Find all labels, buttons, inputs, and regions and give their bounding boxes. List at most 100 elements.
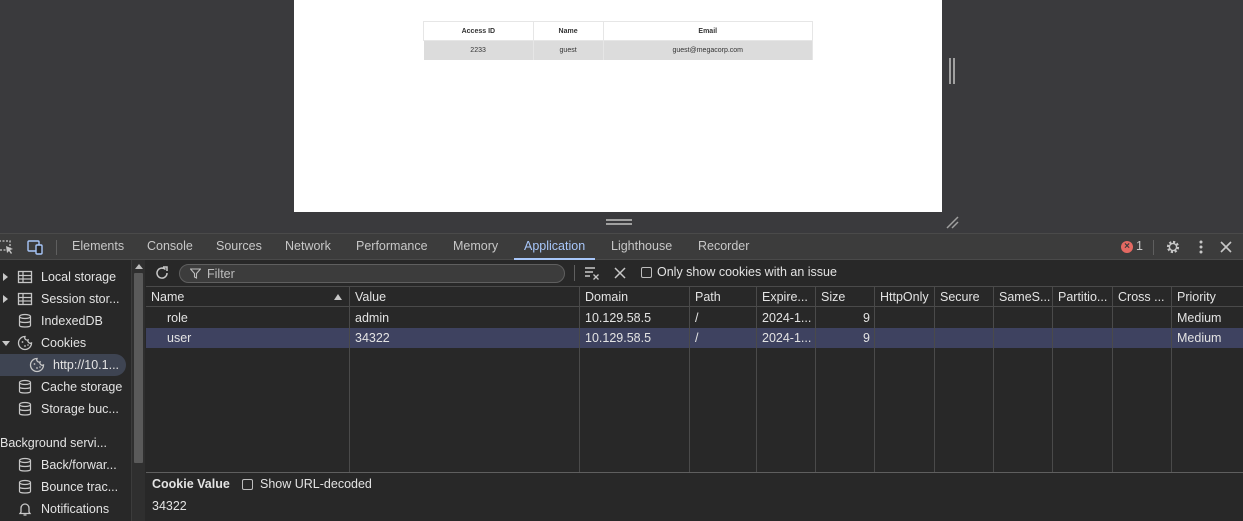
column-header-name[interactable]: Name — [146, 287, 350, 307]
sidebar-item-notifications[interactable]: Notifications — [0, 498, 129, 520]
column-header-priority[interactable]: Priority — [1172, 287, 1243, 307]
sidebar-item-storage-buckets[interactable]: Storage buc... — [0, 398, 129, 420]
tabbar-divider — [1153, 240, 1154, 255]
column-divider[interactable] — [815, 287, 816, 473]
more-options-icon[interactable] — [1192, 238, 1210, 256]
column-divider[interactable] — [579, 287, 580, 473]
filter-placeholder: Filter — [207, 267, 235, 281]
column-divider[interactable] — [1052, 287, 1053, 473]
expand-arrow-icon[interactable] — [3, 295, 8, 303]
toolbar-divider — [574, 265, 575, 281]
column-header-size[interactable]: Size — [816, 287, 875, 307]
column-header-expires[interactable]: Expire... — [757, 287, 816, 307]
sidebar-item-back-forward-cache[interactable]: Back/forwar... — [0, 454, 129, 476]
column-divider[interactable] — [934, 287, 935, 473]
column-divider[interactable] — [993, 287, 994, 473]
column-divider[interactable] — [756, 287, 757, 473]
sidebar-scrollbar[interactable] — [131, 260, 145, 521]
database-icon — [18, 457, 32, 472]
database-icon — [18, 401, 32, 416]
sidebar-item-label: Local storage — [41, 270, 117, 284]
tabbar-divider — [56, 240, 57, 255]
tab-lighthouse[interactable]: Lighthouse — [611, 234, 672, 260]
gear-icon[interactable] — [1164, 238, 1182, 256]
cookie-domain-cell: 10.129.58.5 — [585, 311, 652, 325]
sidebar-item-indexeddb[interactable]: IndexedDB — [0, 310, 129, 332]
sidebar-item-label: Cache storage — [41, 380, 123, 394]
column-header-partition-key[interactable]: Partitio... — [1053, 287, 1113, 307]
table-icon — [17, 292, 33, 306]
tab-network[interactable]: Network — [285, 234, 331, 260]
column-header-secure[interactable]: Secure — [935, 287, 994, 307]
cookie-value-text: 34322 — [152, 499, 187, 513]
only-issue-label: Only show cookies with an issue — [657, 265, 837, 279]
cookie-domain-cell: 10.129.58.5 — [585, 331, 652, 345]
cookie-icon — [17, 335, 33, 351]
viewport-width-handle[interactable] — [949, 58, 955, 84]
error-icon[interactable]: × — [1121, 241, 1133, 253]
sidebar-item-cache-storage[interactable]: Cache storage — [0, 376, 129, 398]
table-row[interactable]: role admin 10.129.58.5 / 2024-1... 9 Med… — [146, 308, 1243, 328]
clear-all-icon[interactable] — [584, 266, 600, 280]
column-header-httponly[interactable]: HttpOnly — [875, 287, 935, 307]
sidebar-item-label: Back/forwar... — [41, 458, 117, 472]
filter-input[interactable]: Filter — [179, 264, 565, 283]
close-icon[interactable] — [1217, 238, 1235, 256]
cookie-name-cell: user — [167, 331, 192, 345]
delete-selected-icon[interactable] — [614, 267, 626, 279]
cookies-table-header: Name Value Domain Path Expire... Size Ht… — [146, 287, 1243, 307]
scroll-up-icon[interactable] — [135, 264, 143, 269]
column-divider[interactable] — [689, 287, 690, 473]
only-issue-checkbox[interactable] — [641, 267, 652, 278]
show-url-decoded-checkbox[interactable] — [242, 479, 253, 490]
cookies-panel: Filter Only show cookies with an issue N… — [146, 260, 1243, 521]
error-count[interactable]: 1 — [1136, 239, 1143, 253]
tab-performance[interactable]: Performance — [356, 234, 428, 260]
column-header-domain[interactable]: Domain — [580, 287, 690, 307]
tab-recorder[interactable]: Recorder — [698, 234, 749, 260]
tab-console[interactable]: Console — [147, 234, 193, 260]
sidebar-item-label: Storage buc... — [41, 402, 119, 416]
sidebar-section-background-services[interactable]: Background servi... — [0, 432, 129, 454]
tab-sources[interactable]: Sources — [216, 234, 262, 260]
resize-corner-icon[interactable] — [944, 214, 960, 230]
sidebar-item-cookies[interactable]: Cookies — [0, 332, 129, 354]
tab-memory[interactable]: Memory — [453, 234, 498, 260]
collapse-arrow-icon[interactable] — [2, 341, 10, 346]
sidebar-item-bounce-tracking[interactable]: Bounce trac... — [0, 476, 129, 498]
column-divider[interactable] — [349, 287, 350, 473]
sidebar-item-label: Bounce trac... — [41, 480, 119, 494]
cookie-value-cell: 34322 — [355, 331, 390, 345]
device-toolbar-icon[interactable] — [26, 238, 44, 256]
name-header: Name — [532, 21, 604, 41]
tab-application[interactable]: Application — [514, 234, 596, 260]
column-divider[interactable] — [874, 287, 875, 473]
viewport-height-handle[interactable] — [606, 219, 632, 225]
column-divider[interactable] — [1171, 287, 1172, 473]
column-header-cross-site[interactable]: Cross ... — [1113, 287, 1172, 307]
table-row[interactable]: user 34322 10.129.58.5 / 2024-1... 9 Med… — [146, 328, 1243, 348]
cookie-icon — [29, 357, 45, 373]
cookie-priority-cell: Medium — [1177, 331, 1222, 345]
expand-arrow-icon[interactable] — [3, 273, 8, 281]
inspect-element-icon[interactable] — [0, 238, 15, 256]
name-cell: guest — [533, 40, 604, 60]
sidebar-item-session-storage[interactable]: Session stor... — [0, 288, 129, 310]
access-id-header: Access ID — [423, 21, 534, 41]
scrollbar-thumb[interactable] — [134, 273, 143, 463]
database-icon — [18, 479, 32, 494]
bell-icon — [18, 503, 32, 516]
column-header-value[interactable]: Value — [350, 287, 580, 307]
refresh-icon[interactable] — [154, 265, 170, 281]
column-header-path[interactable]: Path — [690, 287, 757, 307]
sidebar-item-cookie-origin[interactable]: http://10.1... — [0, 354, 126, 376]
cookie-expires-cell: 2024-1... — [762, 311, 812, 325]
tab-elements[interactable]: Elements — [72, 234, 124, 260]
table-icon — [17, 270, 33, 284]
sidebar-item-label: Notifications — [41, 502, 110, 516]
sort-ascending-icon — [334, 294, 342, 300]
cookie-priority-cell: Medium — [1177, 311, 1222, 325]
column-divider[interactable] — [1112, 287, 1113, 473]
sidebar-item-local-storage[interactable]: Local storage — [0, 266, 129, 288]
column-header-samesite[interactable]: SameS... — [994, 287, 1053, 307]
